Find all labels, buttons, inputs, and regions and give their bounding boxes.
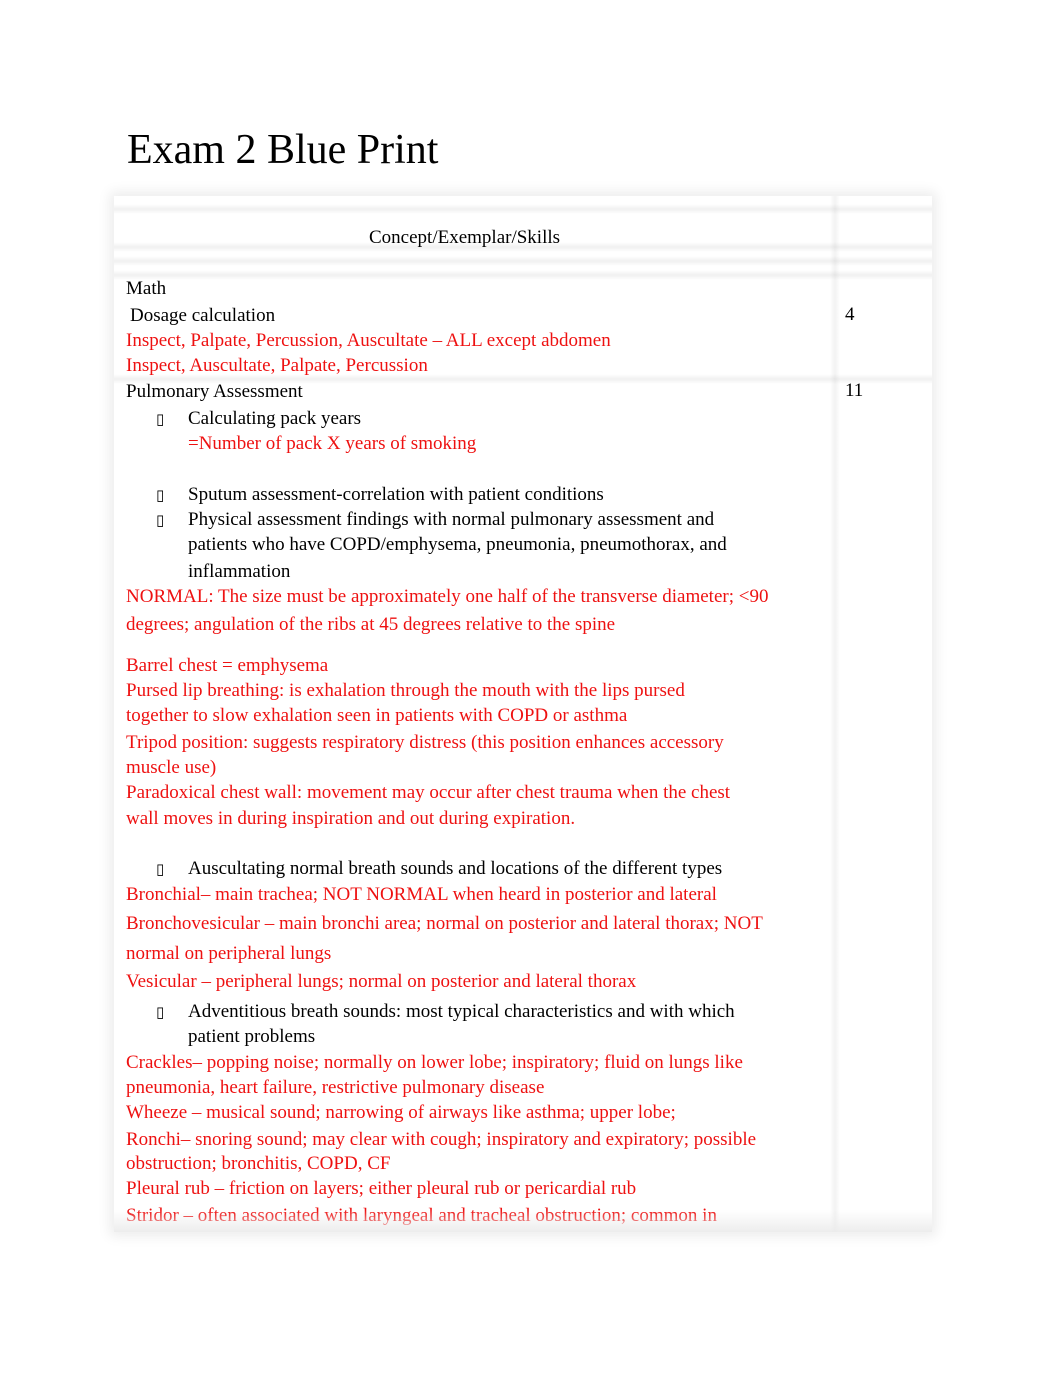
bullet-icon: ▯ <box>156 1003 165 1021</box>
bullet-icon: ▯ <box>156 410 165 428</box>
note-line: obstruction; bronchitis, COPD, CF <box>126 1153 391 1174</box>
blueprint-table: Concept/Exemplar/Skills Math Dosage calc… <box>114 196 932 1232</box>
note-line: wall moves in during inspiration and out… <box>126 808 576 829</box>
preview-cutoff-fade <box>114 1210 932 1232</box>
bullet-item: Auscultating normal breath sounds and lo… <box>188 858 723 879</box>
item-dosage-calculation: Dosage calculation <box>130 305 276 326</box>
row-divider <box>114 204 932 214</box>
bullet-item: Sputum assessment-correlation with patie… <box>188 484 604 505</box>
note-line: Vesicular – peripheral lungs; normal on … <box>126 971 637 992</box>
table-header-concept: Concept/Exemplar/Skills <box>369 227 561 248</box>
note-line: Tripod position: suggests respiratory di… <box>126 732 724 753</box>
note-line: Inspect, Auscultate, Palpate, Percussion <box>126 355 428 376</box>
note-line: =Number of pack X years of smoking <box>188 433 477 454</box>
note-line: together to slow exhalation seen in pati… <box>126 705 628 726</box>
note-line: Bronchovesicular – main bronchi area; no… <box>126 913 763 934</box>
column-divider <box>830 196 840 1232</box>
bullet-icon: ▯ <box>156 511 165 529</box>
note-line: Crackles– popping noise; normally on low… <box>126 1052 743 1073</box>
item-count: 4 <box>845 304 855 325</box>
note-line: degrees; angulation of the ribs at 45 de… <box>126 614 616 635</box>
bullet-item: Physical assessment findings with normal… <box>188 509 715 530</box>
note-line: Pleural rub – friction on layers; either… <box>126 1178 637 1199</box>
note-line: Pursed lip breathing: is exhalation thro… <box>126 680 685 701</box>
bullet-item: patient problems <box>188 1026 316 1047</box>
row-divider <box>114 256 932 266</box>
note-line: pneumonia, heart failure, restrictive pu… <box>126 1077 545 1098</box>
note-line: Inspect, Palpate, Percussion, Auscultate… <box>126 330 611 351</box>
note-line: NORMAL: The size must be approximately o… <box>126 586 769 607</box>
bullet-item: inflammation <box>188 561 291 582</box>
note-line: muscle use) <box>126 757 217 778</box>
note-line: normal on peripheral lungs <box>126 943 332 964</box>
bullet-icon: ▯ <box>156 860 165 878</box>
section-title-pulmonary: Pulmonary Assessment <box>126 381 303 402</box>
note-line: Ronchi– snoring sound; may clear with co… <box>126 1129 757 1150</box>
bullet-item: patients who have COPD/emphysema, pneumo… <box>188 534 727 555</box>
section-title-math: Math <box>126 278 167 299</box>
note-line: Wheeze – musical sound; narrowing of air… <box>126 1102 676 1123</box>
note-line: Paradoxical chest wall: movement may occ… <box>126 782 731 803</box>
bullet-icon: ▯ <box>156 486 165 504</box>
bullet-item: Adventitious breath sounds: most typical… <box>188 1001 735 1022</box>
note-line: Barrel chest = emphysema <box>126 655 329 676</box>
bullet-item: Calculating pack years <box>188 408 362 429</box>
note-line: Bronchial– main trachea; NOT NORMAL when… <box>126 884 717 905</box>
row-divider <box>114 270 932 280</box>
page-title: Exam 2 Blue Print <box>127 127 439 173</box>
section-count: 11 <box>845 380 864 401</box>
